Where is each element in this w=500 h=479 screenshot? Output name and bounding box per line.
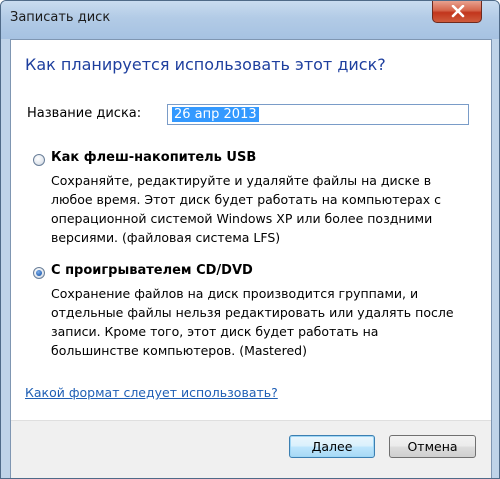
usb-flash-option-description: Сохраняйте, редактируйте и удаляйте файл… xyxy=(51,171,491,247)
close-icon xyxy=(451,5,465,18)
cancel-button[interactable]: Отмена xyxy=(389,435,476,458)
description-line: любое время. Этот диск будет работать на… xyxy=(51,192,442,207)
description-line: версиями. (файловая система LFS) xyxy=(51,230,281,245)
disc-name-input[interactable]: 26 апр 2013 xyxy=(167,104,469,125)
disc-name-label: Название диска: xyxy=(27,106,142,121)
burn-disc-dialog: Записать диск Как планируется использова… xyxy=(0,0,500,479)
usb-flash-radio[interactable] xyxy=(33,154,45,166)
description-line: большинстве компьютеров. (Mastered) xyxy=(51,343,307,358)
close-button[interactable] xyxy=(432,1,482,23)
description-line: Сохраняйте, редактируйте и удаляйте файл… xyxy=(51,173,432,188)
description-line: отдельные файлы нельзя редактировать или… xyxy=(51,305,454,320)
dialog-heading: Как планируется использовать этот диск? xyxy=(25,55,386,74)
description-line: Сохранение файлов на диск производится г… xyxy=(51,286,419,301)
description-line: записи. Кроме того, этот диск будет рабо… xyxy=(51,324,379,339)
cd-dvd-player-option-title[interactable]: С проигрывателем CD/DVD xyxy=(51,263,253,278)
next-button[interactable]: Далее xyxy=(289,435,375,458)
title-bar[interactable]: Записать диск xyxy=(1,1,499,39)
cd-dvd-player-option-description: Сохранение файлов на диск производится г… xyxy=(51,284,491,360)
cd-dvd-player-radio[interactable] xyxy=(33,267,45,279)
window-title: Записать диск xyxy=(10,10,111,25)
dialog-footer: Далее Отмена xyxy=(11,420,491,478)
format-help-link[interactable]: Какой формат следует использовать? xyxy=(25,385,278,400)
usb-flash-option-title[interactable]: Как флеш-накопитель USB xyxy=(51,150,256,165)
disc-name-value: 26 апр 2013 xyxy=(172,107,259,122)
description-line: операционной системой Windows XP или бол… xyxy=(51,211,433,226)
